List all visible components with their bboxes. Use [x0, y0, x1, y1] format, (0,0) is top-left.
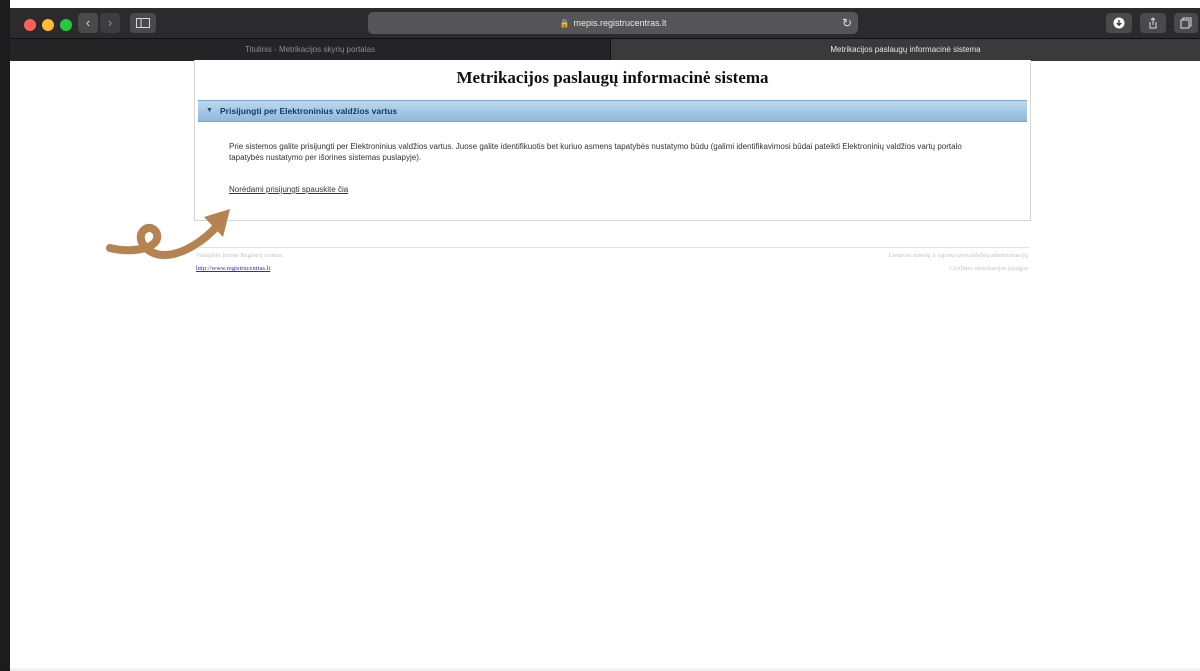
tab-label: Metrikacijos paslaugų informacinė sistem…: [830, 45, 981, 54]
tab-bar: Titulinis - Metrikacijos skyrių portalas…: [10, 38, 1200, 61]
tab-mepis[interactable]: Metrikacijos paslaugų informacinė sistem…: [611, 39, 1200, 61]
download-icon[interactable]: [1106, 13, 1132, 33]
main-content: Metrikacijos paslaugų informacinė sistem…: [194, 60, 1031, 221]
zoom-window-button[interactable]: [60, 19, 72, 31]
reload-icon[interactable]: ↻: [842, 12, 852, 34]
curly-arrow-icon: [106, 209, 230, 260]
triangle-down-icon: ▼: [206, 107, 213, 114]
minimize-window-button[interactable]: [42, 19, 54, 31]
page-title: Metrikacijos paslaugų informacinė sistem…: [456, 68, 769, 87]
address-bar[interactable]: 🔒 mepis.registrucentras.lt ↻: [368, 12, 858, 34]
tabs-icon[interactable]: [1174, 13, 1198, 33]
window-frame: [0, 0, 10, 671]
section-body-text: Prie sistemos galite prisijungti per Ele…: [229, 142, 962, 162]
section-title: Prisijungti per Elektroninius valdžios v…: [220, 106, 398, 116]
footer-divider: [194, 247, 1029, 248]
share-icon[interactable]: [1140, 13, 1166, 33]
page-bottom-edge: [0, 667, 1200, 671]
login-link[interactable]: Norėdami prisijungti spauskite čia: [229, 185, 348, 194]
footer-municipalities: Lietuvos miestų ir rajonų savivaldybių a…: [888, 252, 1028, 259]
section-header[interactable]: ▼ Prisijungti per Elektroninius valdžios…: [198, 100, 1027, 122]
tab-portal[interactable]: Titulinis - Metrikacijos skyrių portalas: [10, 39, 611, 61]
chevron-left-icon[interactable]: ‹: [78, 13, 98, 33]
lock-icon: 🔒: [559, 19, 570, 28]
url-text: mepis.registrucentras.lt: [573, 18, 667, 28]
browser-toolbar: ‹ › 🔒 mepis.registrucentras.lt ↻: [10, 8, 1200, 38]
chevron-right-icon[interactable]: ›: [100, 13, 120, 33]
close-window-button[interactable]: [24, 19, 36, 31]
footer-registry-offices: Civilinės metrikacijos įstaigos: [949, 265, 1028, 272]
tab-label: Titulinis - Metrikacijos skyrių portalas: [245, 45, 375, 54]
sidebar-icon[interactable]: [130, 13, 156, 33]
